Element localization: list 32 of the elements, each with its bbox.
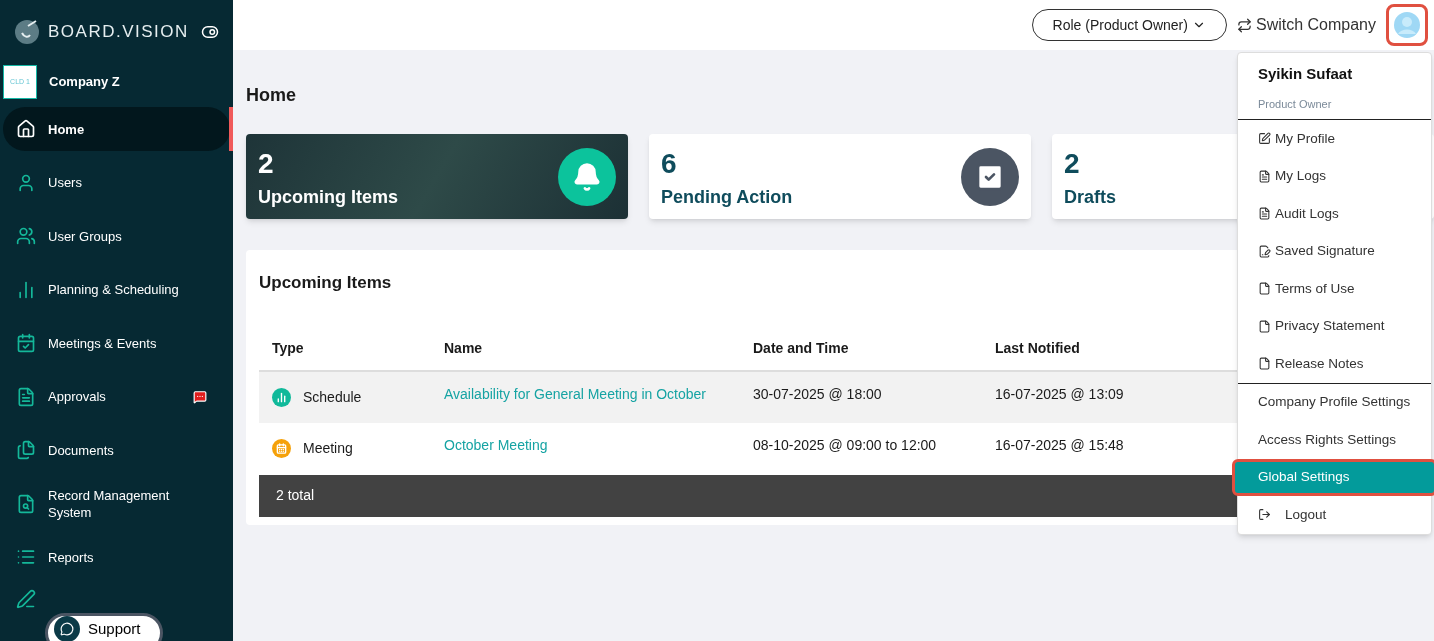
sidebar-label: Reports [48,548,94,566]
total-count: 2 total [276,486,315,505]
type-cell-text: Meeting [303,439,353,458]
column-header: Name [444,339,483,356]
sidebar-label: Users [48,174,82,191]
stat-label: Drafts [1064,186,1116,209]
stat-label: Upcoming Items [258,186,399,209]
stat-label: Pending Action [661,186,793,209]
column-header: Date and Time [753,339,849,356]
date-cell: 30-07-2025 @ 18:00 [753,385,882,402]
brand-name: BOARD.VISION [48,21,189,44]
page-title: Home [246,84,296,107]
last-notified-cell: 16-07-2025 @ 15:48 [995,436,1124,453]
sidebar-label: Documents [48,441,114,459]
sidebar-label: Record Management System [48,486,171,521]
company-name: Company Z [49,73,120,92]
column-header: Last Notified [995,339,1080,356]
last-notified-cell: 16-07-2025 @ 13:09 [995,385,1124,402]
column-header: Type [272,339,304,356]
stat-count: 2 [258,148,275,180]
sidebar-label: User Groups [48,227,122,245]
stat-count: 6 [661,148,678,180]
date-cell: 08-10-2025 @ 09:00 to 12:00 [753,436,937,453]
sidebar-label: Approvals [48,388,106,405]
stat-count: 2 [1064,148,1081,180]
user-role: Product Owner [1258,96,1333,112]
sidebar-label: Meetings & Events [48,334,157,352]
type-cell-text: Schedule [303,387,362,407]
sidebar-label: Planning & Scheduling [48,281,179,298]
sidebar-label: Home [48,120,85,138]
user-name: Syikin Sufaat [1258,64,1354,84]
section-title: Upcoming Items [259,272,392,294]
